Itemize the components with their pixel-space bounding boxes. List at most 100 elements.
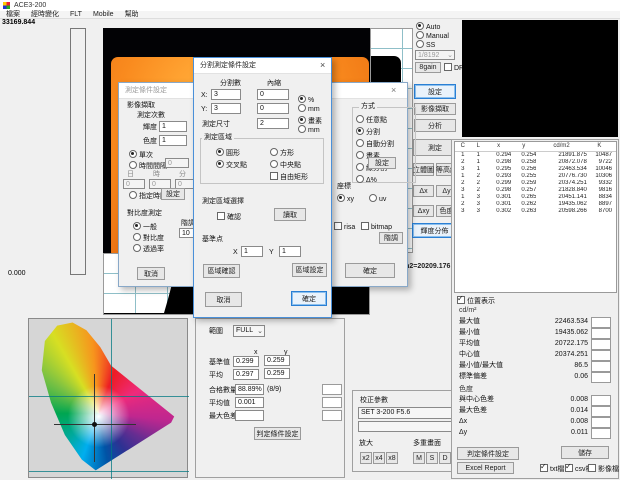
table-row[interactable]: 320.2980.25721828.8409816 <box>455 187 616 194</box>
multiscreen-D-button[interactable]: D <box>439 452 451 464</box>
table-row[interactable]: 210.2980.25820872.0789722 <box>455 159 616 166</box>
zoom-x2-button[interactable]: x2 <box>360 452 372 464</box>
gain-button[interactable]: 8gain <box>415 62 441 73</box>
time-set-button[interactable]: 設定 <box>161 188 185 200</box>
gradation-button[interactable]: 階調 <box>379 232 403 244</box>
multiscreen-S-button[interactable]: S <box>426 452 438 464</box>
solid-view-button[interactable]: 立體圖 <box>413 163 434 176</box>
exposure-ss-radio[interactable]: SS <box>416 40 435 50</box>
method-radio-0[interactable]: 任意點 <box>356 115 387 125</box>
cie-grid-vline <box>111 319 112 479</box>
table-cell: 1 <box>455 194 471 201</box>
confirm-checkbox[interactable]: 確認 <box>217 212 241 222</box>
size-mm-radio[interactable]: mm <box>298 125 320 135</box>
range-select[interactable]: FULL ⌄ <box>233 325 265 337</box>
single-radio[interactable]: 單次 <box>129 150 153 160</box>
avg-y-field[interactable]: 0.259 <box>264 368 290 379</box>
set-button[interactable]: 設定 <box>414 84 456 99</box>
area-set-button[interactable]: 區域設定 <box>292 263 327 277</box>
lum-count-label: 輝度 <box>143 124 157 132</box>
read-button[interactable]: 讀取 <box>274 208 306 221</box>
menu-item-3[interactable]: Mobile <box>90 11 117 18</box>
zoom-x4-button[interactable]: x4 <box>373 452 385 464</box>
range-judge-settings-button[interactable]: 判定條件設定 <box>254 427 301 440</box>
file-check-txt檔[interactable]: txt檔 <box>540 464 564 474</box>
table-row[interactable]: 330.3020.26320598.2668700 <box>455 208 616 215</box>
menu-item-1[interactable]: 經時變化 <box>28 11 62 18</box>
table-row[interactable]: 230.3010.26219435.0628897 <box>455 201 616 208</box>
cie-marker-point[interactable] <box>92 422 97 427</box>
zoom-x8-button[interactable]: x8 <box>386 452 398 464</box>
general-radio[interactable]: 一般 <box>133 222 157 232</box>
judge-settings-button[interactable]: 判定條件設定 <box>457 447 519 460</box>
menu-item-2[interactable]: FLT <box>67 11 85 18</box>
range-panel: 範圍 FULL ⌄ x y 基準值 0.299 0.259 平均 0.297 0… <box>195 318 345 478</box>
area-cross-radio[interactable]: 交叉點 <box>216 160 247 170</box>
chroma-count-field[interactable]: 1 <box>159 135 187 146</box>
avg-x-field[interactable]: 0.297 <box>233 369 259 380</box>
inset-label: 內縮 <box>267 80 281 88</box>
cond-cancel-button[interactable]: 取消 <box>137 267 165 280</box>
app-window: ACE3-200 檔案經時變化FLTMobile幫助 33169.844 0.0… <box>0 0 620 480</box>
chroma-stat-value-3: 0.011 <box>512 429 588 437</box>
close-icon[interactable]: × <box>320 61 325 69</box>
position-display-checkbox[interactable]: 位置表示 <box>457 296 495 306</box>
table-row[interactable]: 110.2940.25421891.87510487 <box>455 152 616 159</box>
base-y-label: Y <box>269 249 274 257</box>
close-icon[interactable]: × <box>391 86 396 94</box>
maxdiff-judge-box <box>322 410 342 421</box>
ref-y-field[interactable]: 0.259 <box>264 355 290 366</box>
table-row[interactable]: 130.3010.26520451.1418834 <box>455 194 616 201</box>
y-label: Y: <box>201 106 207 114</box>
table-row[interactable]: 220.2990.25920374.2519332 <box>455 180 616 187</box>
radio-icon <box>356 151 364 159</box>
excel-report-button[interactable]: Excel Report <box>457 462 514 474</box>
table-row[interactable]: 310.2950.25622463.53410046 <box>455 166 616 173</box>
x-inset-field[interactable]: 0 <box>257 89 289 100</box>
multiscreen-M-button[interactable]: M <box>413 452 425 464</box>
image-capture-button[interactable]: 影像擷取 <box>414 103 456 115</box>
area-confirm-button[interactable]: 區域確認 <box>203 264 240 278</box>
area-circle-radio[interactable]: 圓形 <box>216 148 240 158</box>
interval-radio[interactable]: 時間間隔 <box>129 161 167 171</box>
bitmap-checkbox[interactable]: bitmap <box>361 222 392 232</box>
area-center-radio[interactable]: 中央點 <box>270 160 301 170</box>
zoom-label: 放大 <box>359 440 373 448</box>
base-y-field[interactable]: 1 <box>279 246 301 257</box>
menu-item-4[interactable]: 幫助 <box>122 11 142 18</box>
risa-checkbox[interactable]: risa <box>334 222 355 232</box>
coord-xy-radio[interactable]: xy <box>337 194 354 204</box>
x-division-field[interactable]: 3 <box>211 89 241 100</box>
menu-item-0[interactable]: 檔案 <box>3 11 23 18</box>
split-cancel-button[interactable]: 取消 <box>205 292 242 307</box>
cond-ok-button[interactable]: 確定 <box>345 263 395 278</box>
y-inset-field[interactable]: 0 <box>257 103 289 114</box>
save-button[interactable]: 儲存 <box>561 446 609 459</box>
method-set-button[interactable]: 設定 <box>368 157 396 169</box>
analyze-button[interactable]: 分析 <box>414 119 456 132</box>
delta-x-button[interactable]: Δx <box>413 185 434 197</box>
area-square-radio[interactable]: 方形 <box>270 148 294 158</box>
avg-label: 平均 <box>209 372 223 380</box>
y-division-field[interactable]: 3 <box>211 103 241 114</box>
method-radio-1[interactable]: 分割 <box>356 127 380 137</box>
chroma-stat-label-3: Δy <box>459 429 467 437</box>
lum-count-field[interactable]: 1 <box>159 121 187 132</box>
contrast-radio[interactable]: 對比度 <box>133 233 164 243</box>
table-row[interactable]: 120.2930.25520776.73010306 <box>455 173 616 180</box>
coord-uv-radio[interactable]: uv <box>369 194 386 204</box>
method-radio-5[interactable]: Δ% <box>356 175 377 185</box>
table-cell: 19435.062 <box>536 201 586 208</box>
ref-x-field[interactable]: 0.299 <box>233 356 259 367</box>
chroma-stat-judge-box-3 <box>591 428 611 439</box>
method-radio-2[interactable]: 自動分割 <box>356 139 394 149</box>
split-ok-button[interactable]: 確定 <box>291 291 327 306</box>
size-field[interactable]: 2 <box>257 118 289 129</box>
delta-xy-button[interactable]: Δxy <box>413 205 434 217</box>
transmit-radio[interactable]: 透過率 <box>133 244 164 254</box>
inset-mm-radio[interactable]: mm <box>298 104 320 114</box>
base-x-field[interactable]: 1 <box>241 246 263 257</box>
file-check-影像檔[interactable]: 影像檔 <box>588 464 619 474</box>
shutter-select[interactable]: 1/8192⌄ <box>415 50 455 60</box>
area-freerect-checkbox[interactable]: 自由矩形 <box>270 172 308 182</box>
